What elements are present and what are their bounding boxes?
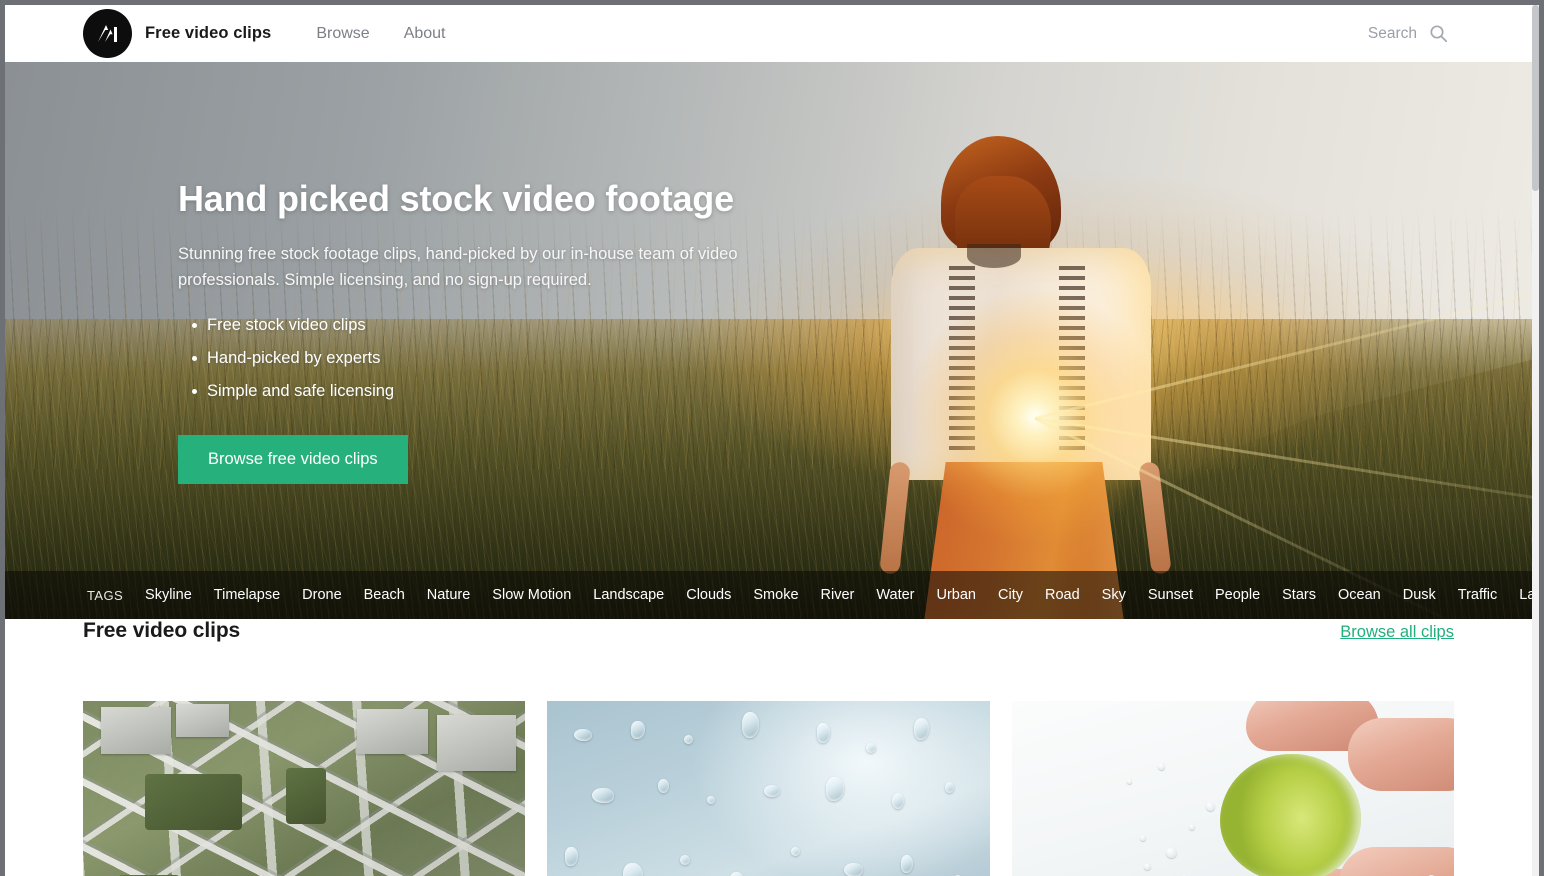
site-header: Free video clips Browse About Search xyxy=(5,5,1532,62)
page-scrollbar-thumb[interactable] xyxy=(1532,5,1539,191)
search-label[interactable]: Search xyxy=(1368,25,1417,43)
page-content: Free video clips Browse About Search Han… xyxy=(5,5,1532,876)
tag-river[interactable]: River xyxy=(821,587,855,603)
hero-title: Hand picked stock video footage xyxy=(178,178,734,219)
brand-name: Free video clips xyxy=(145,24,272,42)
tag-landscape[interactable]: Landscape xyxy=(593,587,664,603)
clip-thumbnail-rain-droplets xyxy=(547,701,990,876)
tag-stars[interactable]: Stars xyxy=(1282,587,1316,603)
header-search-area: Search xyxy=(1368,24,1532,44)
hero-banner: Hand picked stock video footage Stunning… xyxy=(5,62,1532,619)
tag-timelapse[interactable]: Timelapse xyxy=(214,587,280,603)
tag-city[interactable]: City xyxy=(998,587,1023,603)
browser-viewport: Free video clips Browse About Search Han… xyxy=(5,5,1539,876)
hero-feature-item: Hand-picked by experts xyxy=(178,342,798,375)
clip-card-lime-squeeze[interactable] xyxy=(1011,701,1454,876)
tag-nature[interactable]: Nature xyxy=(427,587,471,603)
clip-grid xyxy=(83,701,1454,876)
tag-smoke[interactable]: Smoke xyxy=(753,587,798,603)
clip-thumbnail-aerial-interchange xyxy=(83,701,526,876)
clip-card-aerial-interchange[interactable] xyxy=(83,701,526,876)
tag-drone[interactable]: Drone xyxy=(302,587,342,603)
nav-item-about[interactable]: About xyxy=(404,25,446,43)
figure-collar xyxy=(967,244,1021,268)
tags-label: TAGS xyxy=(87,587,124,603)
browser-window: Free video clips Browse About Search Han… xyxy=(0,0,1544,876)
tag-traffic[interactable]: Traffic xyxy=(1458,587,1497,603)
figure-blouse xyxy=(891,248,1151,480)
page-scrollbar-track[interactable] xyxy=(1532,5,1539,876)
browse-all-clips-link[interactable]: Browse all clips xyxy=(1340,623,1454,642)
tag-urban[interactable]: Urban xyxy=(937,587,977,603)
section-header: Free video clips Browse all clips xyxy=(83,619,1454,701)
tag-sunset[interactable]: Sunset xyxy=(1148,587,1193,603)
free-video-clips-section: Free video clips Browse all clips xyxy=(5,619,1532,876)
tag-road[interactable]: Road xyxy=(1045,587,1080,603)
tag-clouds[interactable]: Clouds xyxy=(686,587,731,603)
browse-free-video-clips-button[interactable]: Browse free video clips xyxy=(178,435,408,485)
tag-beach[interactable]: Beach xyxy=(364,587,405,603)
tag-lake[interactable]: Lake xyxy=(1519,587,1532,603)
tag-ocean[interactable]: Ocean xyxy=(1338,587,1381,603)
hero-content: Hand picked stock video footage Stunning… xyxy=(178,177,798,485)
primary-nav: Browse About xyxy=(316,25,445,43)
clip-card-rain-droplets[interactable] xyxy=(547,701,990,876)
figure-right-arm xyxy=(1138,461,1172,575)
logo-home-link[interactable]: Free video clips xyxy=(83,9,271,58)
search-icon[interactable] xyxy=(1428,24,1448,44)
tags-bar: TAGS Skyline Timelapse Drone Beach Natur… xyxy=(5,571,1532,619)
tag-people[interactable]: People xyxy=(1215,587,1260,603)
clip-thumbnail-lime-squeeze xyxy=(1011,701,1454,876)
tag-slow-motion[interactable]: Slow Motion xyxy=(492,587,571,603)
hero-feature-item: Free stock video clips xyxy=(178,309,798,342)
hero-feature-item: Simple and safe licensing xyxy=(178,375,798,408)
section-title: Free video clips xyxy=(83,619,241,642)
tag-sky[interactable]: Sky xyxy=(1102,587,1126,603)
m-monogram-logo-icon xyxy=(83,9,132,58)
hero-person-figure xyxy=(863,132,1193,619)
tag-water[interactable]: Water xyxy=(876,587,914,603)
tag-dusk[interactable]: Dusk xyxy=(1403,587,1436,603)
hero-feature-list: Free stock video clips Hand-picked by ex… xyxy=(178,309,798,408)
hero-subtitle: Stunning free stock footage clips, hand-… xyxy=(178,245,738,289)
figure-left-arm xyxy=(879,461,911,575)
tag-skyline[interactable]: Skyline xyxy=(145,587,192,603)
nav-item-browse[interactable]: Browse xyxy=(316,25,369,43)
